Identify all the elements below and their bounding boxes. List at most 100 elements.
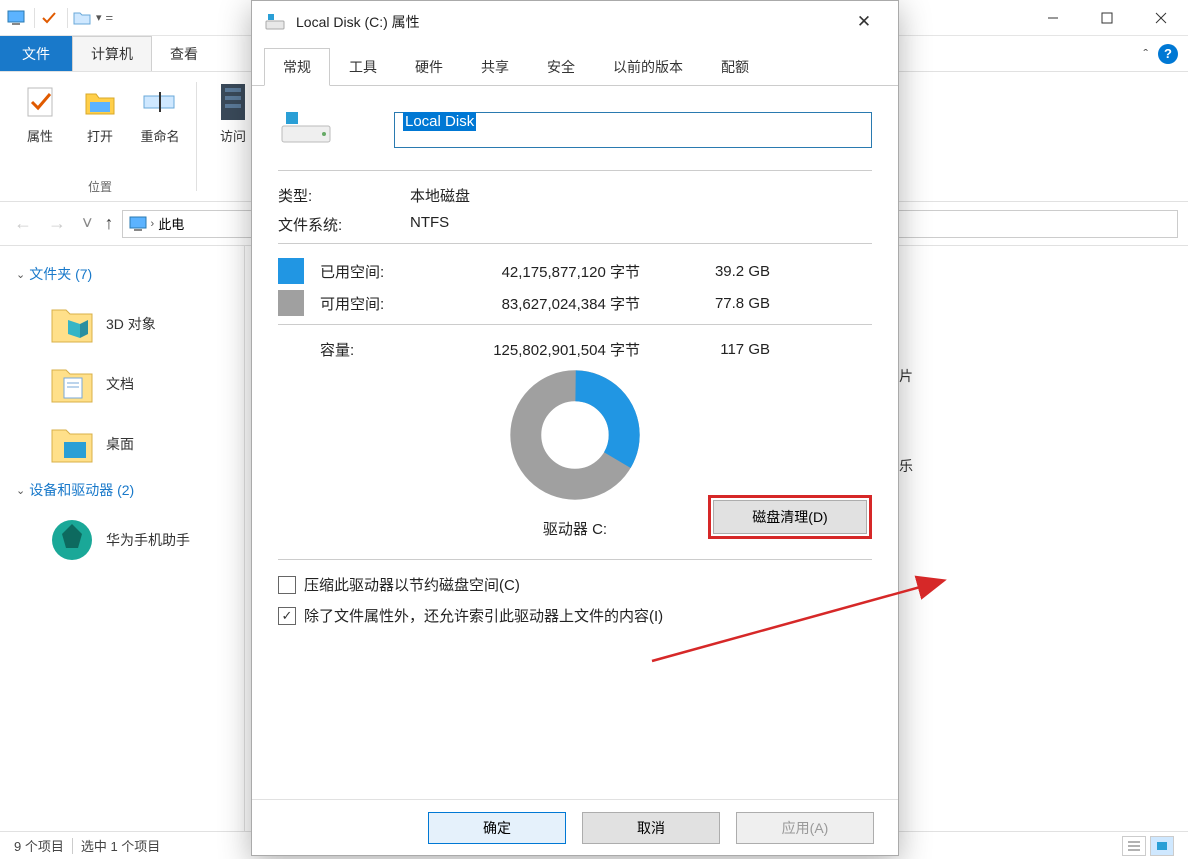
tab-previous[interactable]: 以前的版本: [594, 48, 702, 86]
close-button[interactable]: [1134, 0, 1188, 36]
collapse-ribbon-icon[interactable]: ˆ: [1143, 46, 1148, 62]
separator: [72, 838, 73, 854]
used-swatch-icon: [278, 258, 304, 284]
folder-3d-icon: [48, 300, 96, 348]
tree-item-docs[interactable]: 文档: [8, 354, 236, 414]
capacity-gb: 117 GB: [670, 341, 770, 358]
volume-name-value: Local Disk: [403, 112, 476, 131]
tree-item-label: 华为手机助手: [106, 530, 190, 550]
free-swatch-icon: [278, 290, 304, 316]
ribbon-properties[interactable]: 属性: [10, 78, 70, 149]
overflow-icon[interactable]: =: [106, 10, 114, 25]
index-label: 除了文件属性外，还允许索引此驱动器上文件的内容(I): [304, 605, 663, 626]
tab-file[interactable]: 文件: [0, 36, 72, 71]
fs-value: NTFS: [410, 214, 449, 235]
compress-label: 压缩此驱动器以节约磁盘空间(C): [304, 574, 520, 595]
view-details-button[interactable]: [1122, 836, 1146, 856]
chevron-down-icon[interactable]: ▾: [96, 11, 102, 24]
recent-dropdown[interactable]: ˅: [78, 213, 97, 234]
server-icon: [213, 82, 253, 122]
space-info: 已用空间: 42,175,877,120 字节 39.2 GB 可用空间: 83…: [278, 258, 872, 316]
fs-label: 文件系统:: [278, 214, 410, 235]
used-label: 已用空间:: [320, 261, 420, 282]
dialog-body: Local Disk 类型:本地磁盘 文件系统:NTFS 已用空间: 42,17…: [252, 86, 898, 799]
dialog-titlebar[interactable]: Local Disk (C:) 属性 ✕: [252, 1, 898, 43]
dialog-close-button[interactable]: ✕: [842, 1, 886, 43]
used-bytes: 42,175,877,120 字节: [420, 261, 670, 282]
tree-header-devices[interactable]: ⌄设备和驱动器 (2): [16, 480, 236, 500]
tab-hardware[interactable]: 硬件: [396, 48, 462, 86]
separator: [278, 243, 872, 244]
type-label: 类型:: [278, 185, 410, 206]
ribbon-label: 重命名: [140, 126, 179, 145]
apply-button[interactable]: 应用(A): [736, 812, 874, 844]
monitor-icon: [129, 216, 147, 232]
tab-security[interactable]: 安全: [528, 48, 594, 86]
compress-checkbox[interactable]: [278, 576, 296, 594]
tab-view[interactable]: 查看: [152, 36, 216, 71]
tree-item-label: 文档: [106, 374, 134, 394]
drive-large-icon: [278, 108, 334, 152]
tab-tools[interactable]: 工具: [330, 48, 396, 86]
cancel-button[interactable]: 取消: [582, 812, 720, 844]
folder-icon[interactable]: [72, 8, 92, 28]
tab-general[interactable]: 常规: [264, 48, 330, 86]
drive-icon: [264, 11, 286, 33]
ribbon-group-location: 属性 打开 重命名 位置: [10, 78, 190, 195]
dialog-tabs: 常规 工具 硬件 共享 安全 以前的版本 配额: [252, 43, 898, 86]
checkmark-page-icon: [20, 82, 60, 122]
rename-icon: [140, 82, 180, 122]
ribbon-group-label: 位置: [88, 178, 112, 195]
type-value: 本地磁盘: [410, 185, 470, 206]
back-button[interactable]: ←: [10, 213, 36, 234]
minimize-button[interactable]: [1026, 0, 1080, 36]
separator: [67, 8, 68, 28]
chevron-right-icon: ›: [151, 218, 155, 230]
ribbon-label: 访问: [220, 126, 246, 145]
ribbon-label: 属性: [27, 126, 53, 145]
free-label: 可用空间:: [320, 293, 420, 314]
huawei-icon: [48, 516, 96, 564]
tab-quota[interactable]: 配额: [702, 48, 768, 86]
ribbon-open[interactable]: 打开: [70, 78, 130, 149]
ok-button[interactable]: 确定: [428, 812, 566, 844]
nav-tree: ⌄文件夹 (7) 3D 对象 文档 桌面 ⌄设备和驱动器 (2) 华为手机助手: [0, 246, 245, 831]
volume-name-input[interactable]: Local Disk: [394, 112, 872, 148]
breadcrumb-text: 此电: [158, 214, 184, 233]
chevron-down-icon: ⌄: [16, 484, 25, 497]
separator: [278, 324, 872, 325]
used-gb: 39.2 GB: [670, 263, 770, 280]
tree-item-3d[interactable]: 3D 对象: [8, 294, 236, 354]
ribbon-rename[interactable]: 重命名: [130, 78, 190, 149]
ribbon-label: 打开: [87, 126, 113, 145]
tree-item-label: 桌面: [106, 434, 134, 454]
up-button[interactable]: ↑: [105, 213, 114, 234]
chevron-down-icon: ⌄: [16, 268, 25, 281]
forward-button[interactable]: →: [44, 213, 70, 234]
folder-desktop-icon: [48, 420, 96, 468]
capacity-bytes: 125,802,901,504 字节: [420, 339, 670, 360]
tab-computer[interactable]: 计算机: [72, 36, 152, 71]
dialog-title: Local Disk (C:) 属性: [296, 12, 420, 32]
folder-docs-icon: [48, 360, 96, 408]
status-count: 9 个项目: [14, 836, 64, 855]
capacity-label: 容量:: [320, 339, 420, 360]
status-selected: 选中 1 个项目: [81, 836, 160, 855]
separator: [34, 8, 35, 28]
maximize-button[interactable]: [1080, 0, 1134, 36]
dialog-footer: 确定 取消 应用(A): [252, 799, 898, 855]
free-gb: 77.8 GB: [670, 295, 770, 312]
free-bytes: 83,627,024,384 字节: [420, 293, 670, 314]
tree-item-label: 3D 对象: [106, 314, 156, 334]
tree-item-huawei[interactable]: 华为手机助手: [8, 510, 236, 570]
donut-chart-icon: [510, 370, 640, 500]
tree-item-desktop[interactable]: 桌面: [8, 414, 236, 474]
drive-letter-label: 驱动器 C:: [543, 518, 607, 539]
view-icons-button[interactable]: [1150, 836, 1174, 856]
tree-header-folders[interactable]: ⌄文件夹 (7): [16, 264, 236, 284]
help-icon[interactable]: ?: [1158, 44, 1178, 64]
index-checkbox[interactable]: ✓: [278, 607, 296, 625]
check-icon[interactable]: [39, 8, 59, 28]
ribbon-separator: [196, 82, 197, 191]
tab-sharing[interactable]: 共享: [462, 48, 528, 86]
